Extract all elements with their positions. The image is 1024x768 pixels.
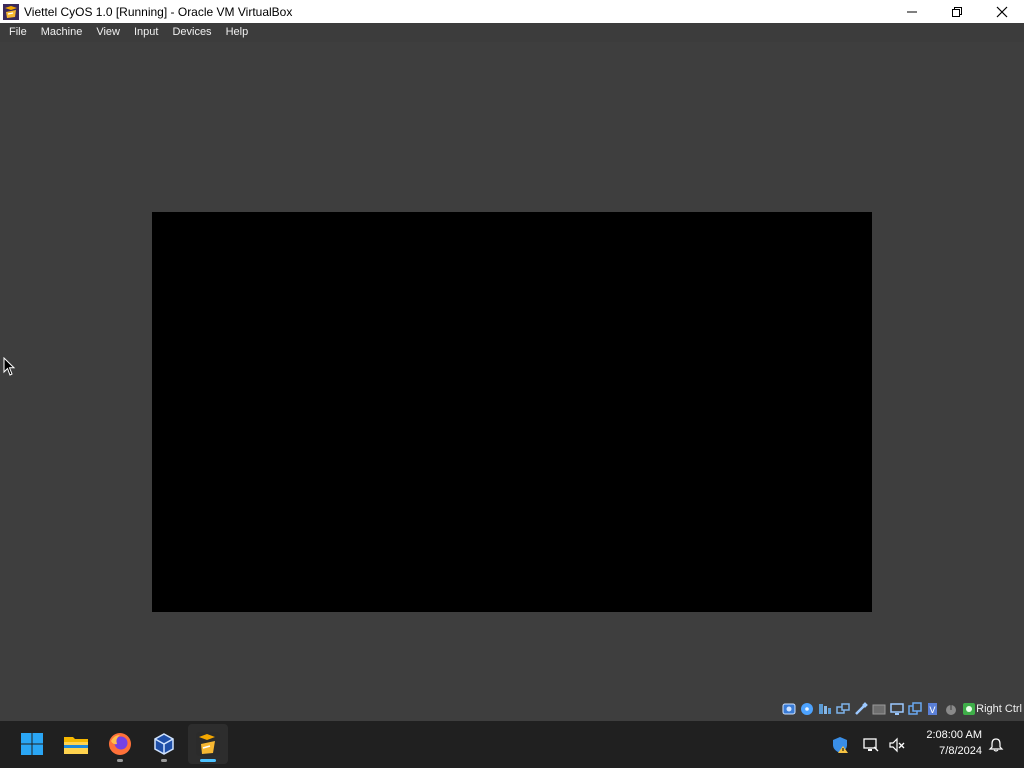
restore-icon (951, 6, 962, 17)
close-icon (996, 6, 1007, 17)
clock-time: 2:08:00 AM (926, 729, 982, 741)
clock[interactable]: 2:08:00 AM 7/8/2024 (912, 727, 982, 759)
vm-screen[interactable] (152, 212, 872, 612)
restore-button[interactable] (934, 0, 979, 23)
menu-machine[interactable]: Machine (36, 23, 88, 42)
taskbar-viettel-vm[interactable] (188, 724, 228, 764)
menu-input[interactable]: Input (129, 23, 163, 42)
virtualbox-icon (154, 733, 174, 755)
hard-disk-icon[interactable] (781, 702, 796, 717)
taskbar: 2:08:00 AM 7/8/2024 (0, 721, 1024, 768)
usb-icon[interactable] (853, 702, 868, 717)
taskbar-firefox[interactable] (100, 724, 140, 764)
close-button[interactable] (979, 0, 1024, 23)
running-indicator (117, 759, 123, 762)
volume-muted-icon[interactable] (888, 736, 906, 754)
menu-file[interactable]: File (4, 23, 32, 42)
minimize-icon (906, 11, 917, 12)
firefox-icon (109, 733, 131, 755)
window-titlebar[interactable]: Viettel CyOS 1.0 [Running] - Oracle VM V… (0, 0, 1024, 23)
vm-display-area[interactable] (0, 42, 1024, 698)
minimize-button[interactable] (889, 0, 934, 23)
shared-folders-icon[interactable] (871, 702, 886, 717)
windows-start-icon (21, 733, 43, 755)
bell-icon[interactable] (986, 735, 1006, 755)
taskbar-file-explorer[interactable] (56, 724, 96, 764)
taskbar-virtualbox[interactable] (144, 724, 184, 764)
menu-devices[interactable]: Devices (167, 23, 216, 42)
network-icon[interactable] (835, 702, 850, 717)
security-warning-icon[interactable] (830, 735, 850, 755)
menu-bar: File Machine View Input Devices Help (0, 23, 1024, 42)
clock-date: 7/8/2024 (939, 745, 982, 757)
start-button[interactable] (12, 724, 52, 764)
menu-help[interactable]: Help (221, 23, 254, 42)
running-indicator (161, 759, 167, 762)
virtualbox-vm-icon (196, 732, 220, 756)
network-icon[interactable] (862, 736, 880, 754)
audio-icon[interactable] (817, 702, 832, 717)
video-capture-icon[interactable] (907, 702, 922, 717)
window-title: Viettel CyOS 1.0 [Running] - Oracle VM V… (24, 4, 293, 19)
keyboard-icon[interactable] (961, 702, 976, 717)
active-indicator (200, 759, 216, 762)
menu-view[interactable]: View (91, 23, 125, 42)
mouse-integration-icon[interactable] (943, 702, 958, 717)
host-key-label[interactable]: Right Ctrl (976, 702, 1022, 716)
optical-drive-icon[interactable] (799, 702, 814, 717)
svg-text:V: V (929, 706, 936, 716)
virtualbox-vm-icon (3, 3, 19, 20)
virtualization-icon[interactable]: V (925, 702, 940, 717)
file-explorer-icon (64, 737, 88, 754)
display-icon[interactable] (889, 702, 904, 717)
mouse-cursor-icon (3, 357, 16, 376)
vm-status-bar: V Right Ctrl (0, 698, 1024, 721)
